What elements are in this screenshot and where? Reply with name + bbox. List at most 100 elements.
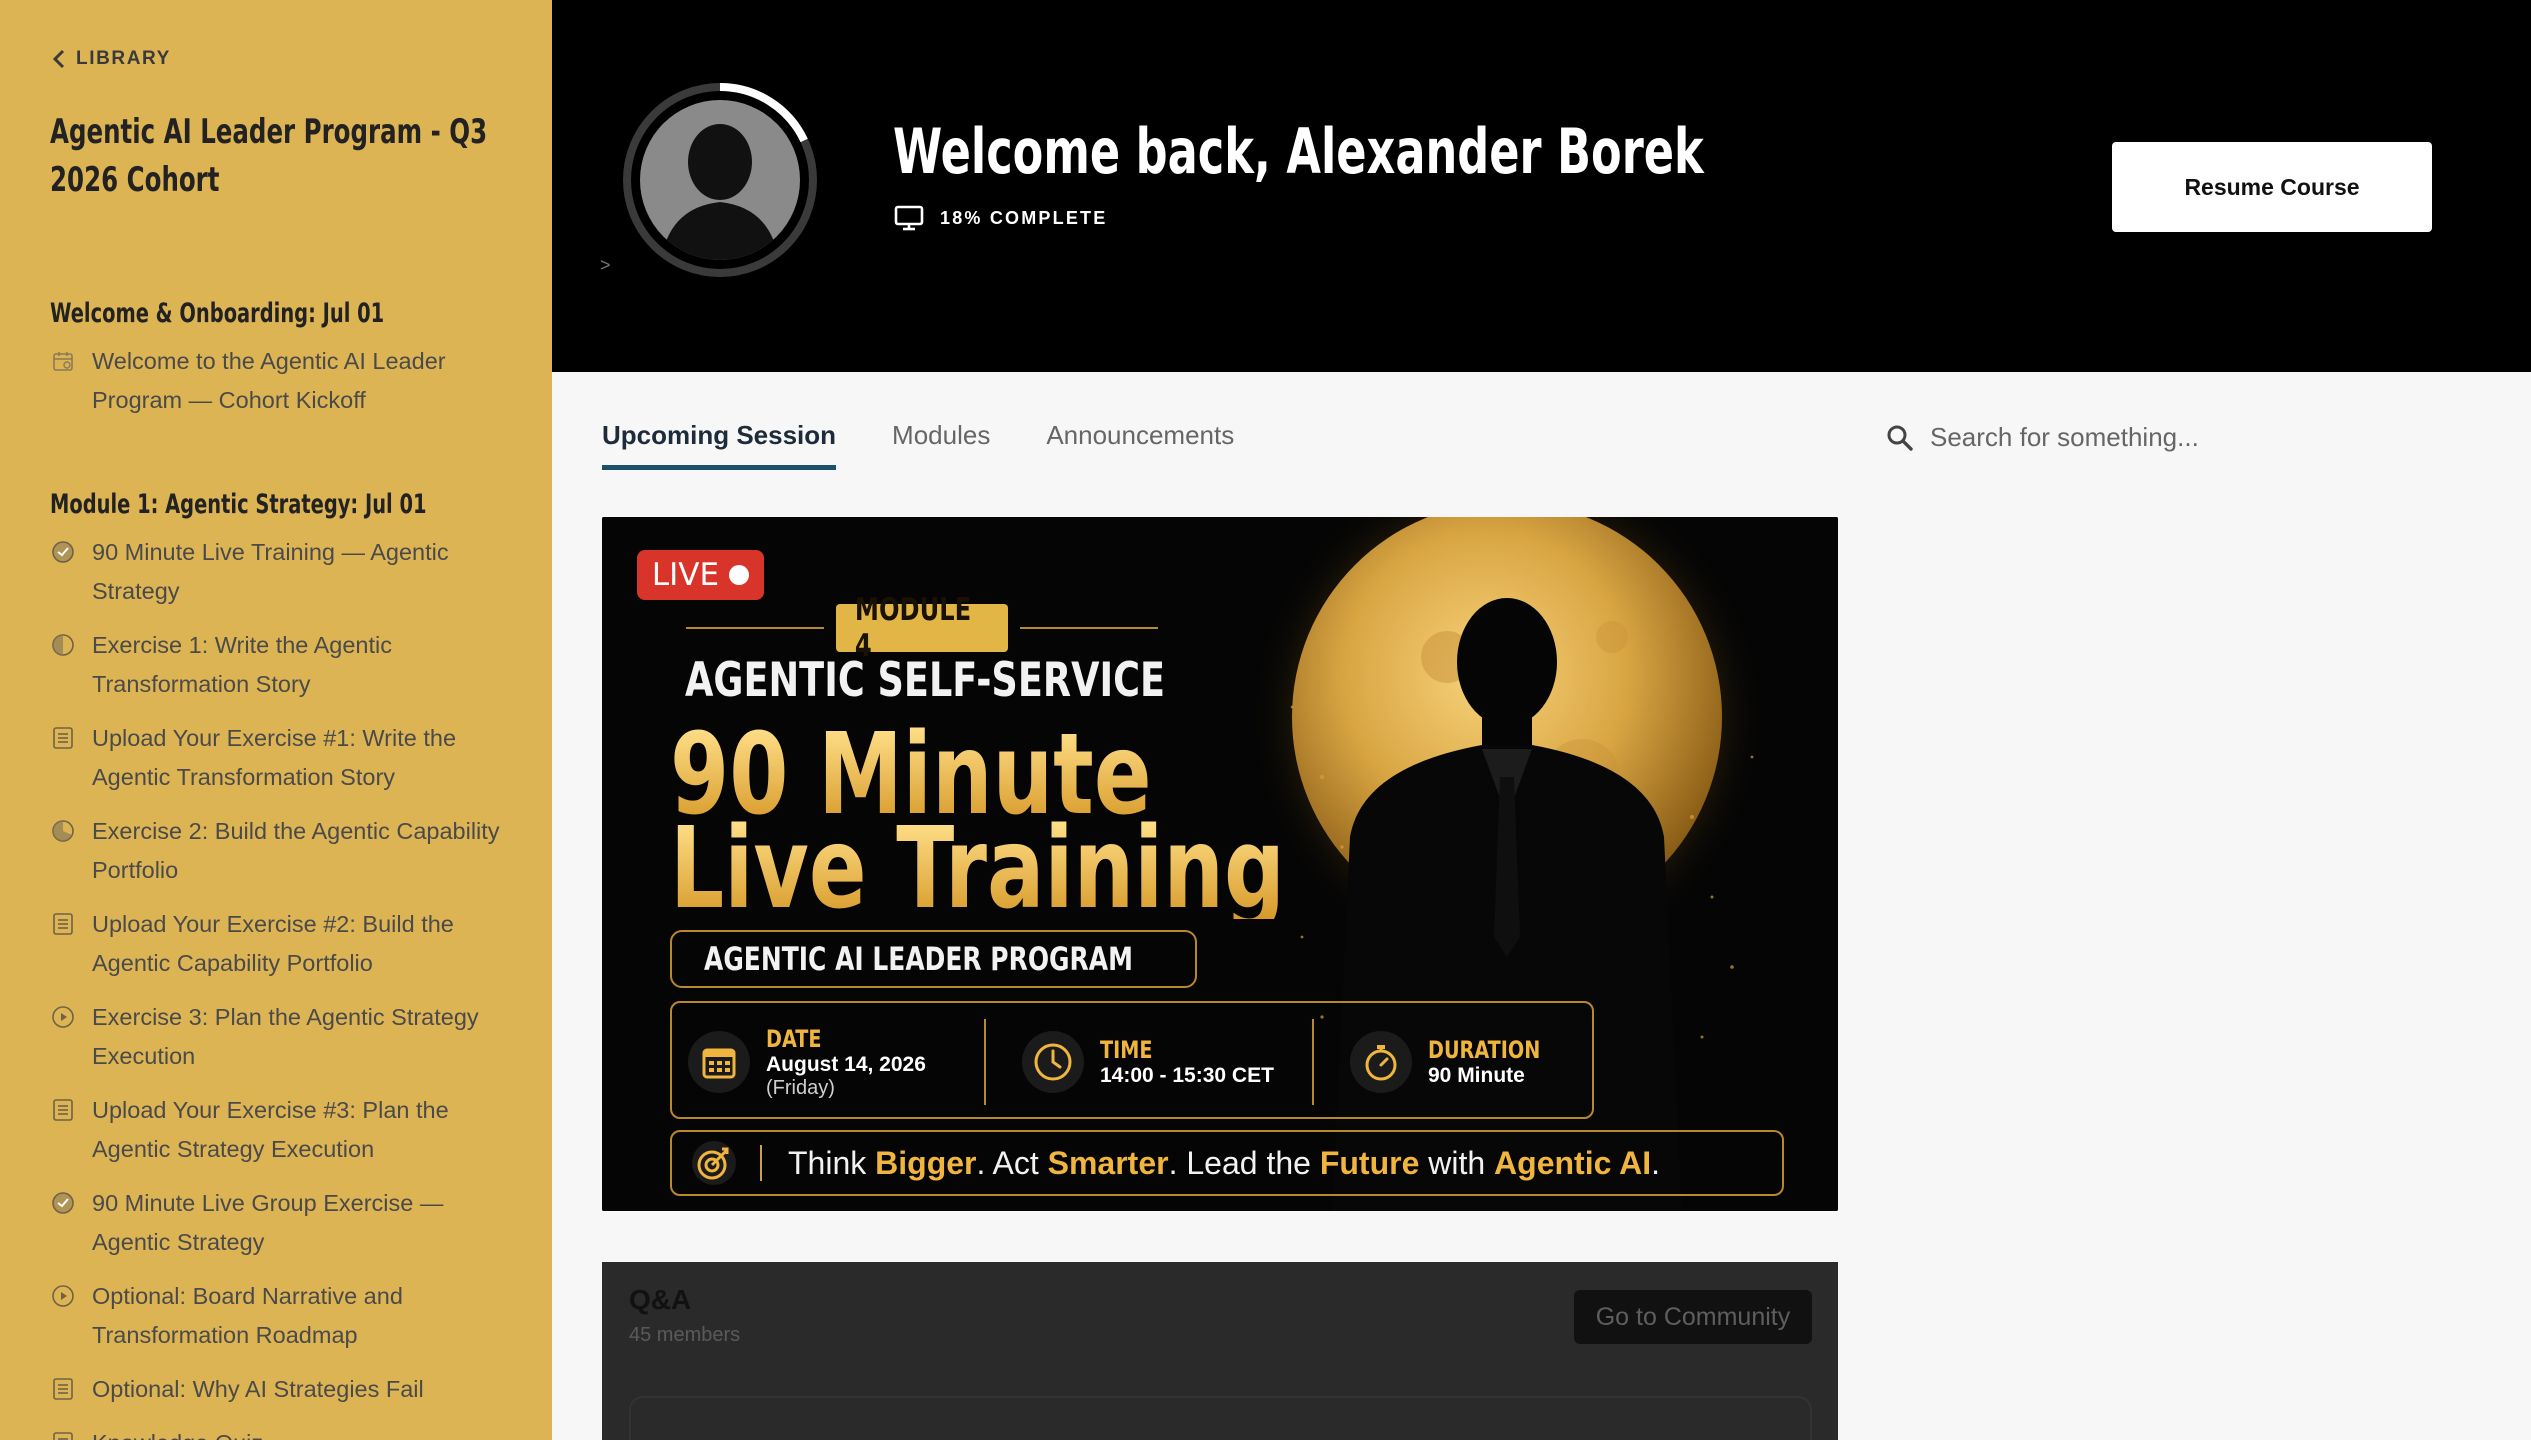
app-root: { "sidebar": { "back_label": "LIBRARY", … xyxy=(0,0,2531,1440)
course-header: > Welcome back, Alexander Borek 18% COMP… xyxy=(552,0,2531,372)
tagline-highlight: Future xyxy=(1319,1144,1420,1181)
monitor-icon xyxy=(894,205,924,231)
expand-chevron-icon[interactable]: > xyxy=(600,255,611,276)
chevron-left-icon xyxy=(52,49,65,69)
lesson-label: Exercise 3: Plan the Agentic Strategy Ex… xyxy=(92,1004,479,1069)
upcoming-session-banner[interactable]: LIVE MODULE 4 AGENTIC SELF-SERVICE 90 Mi… xyxy=(602,517,1838,1211)
section-title-module-1: Module 1: Agentic Strategy: Jul 01 xyxy=(50,489,427,520)
completed-check-icon xyxy=(50,1190,76,1216)
play-icon xyxy=(50,1004,76,1030)
welcome-heading: Welcome back, Alexander Borek xyxy=(893,115,1704,188)
lesson-label: Optional: Board Narrative and Transforma… xyxy=(92,1283,403,1348)
tab-announcements[interactable]: Announcements xyxy=(1046,420,1234,470)
lesson-label: Knowledge Quiz xyxy=(92,1424,512,1440)
date-detail: DATE August 14, 2026 (Friday) xyxy=(688,1003,926,1121)
time-detail: TIME 14:00 - 15:30 CET xyxy=(1022,1003,1274,1121)
course-sidebar: LIBRARY Agentic AI Leader Program - Q3 2… xyxy=(0,0,552,1440)
lesson-label: Upload Your Exercise #3: Plan the Agenti… xyxy=(92,1097,449,1162)
divider xyxy=(686,627,824,629)
qa-title: Q&A xyxy=(629,1284,692,1315)
divider xyxy=(984,1019,986,1105)
lesson-item[interactable]: Knowledge Quiz xyxy=(50,1424,512,1440)
duration-detail: DURATION 90 Minute xyxy=(1350,1003,1568,1121)
resume-course-button[interactable]: Resume Course xyxy=(2112,142,2432,232)
progress-label: 18% COMPLETE xyxy=(940,207,1108,228)
lesson-label: Upload Your Exercise #2: Build the Agent… xyxy=(92,911,454,976)
banner-title-line-2: Live Training xyxy=(670,804,1285,934)
lesson-item[interactable]: Upload Your Exercise #2: Build the Agent… xyxy=(50,905,512,983)
calendar-icon xyxy=(688,1031,750,1093)
qa-member-count: 45 members xyxy=(629,1324,741,1346)
tagline-part: . Lead the xyxy=(1168,1144,1320,1181)
course-progress: 18% COMPLETE xyxy=(894,205,1107,231)
tagline-highlight: Smarter xyxy=(1047,1144,1169,1181)
back-to-library-link[interactable]: LIBRARY xyxy=(50,48,512,70)
partial-progress-icon xyxy=(50,818,76,844)
back-link-label: LIBRARY xyxy=(76,48,171,69)
document-icon xyxy=(50,1097,76,1123)
lesson-label: 90 Minute Live Group Exercise — Agentic … xyxy=(92,1190,444,1255)
lesson-label: Optional: Why AI Strategies Fail xyxy=(92,1376,424,1402)
live-dot-icon xyxy=(729,565,750,585)
module-badge: MODULE 4 xyxy=(836,592,1008,664)
time-value: 14:00 - 15:30 CET xyxy=(1100,1064,1274,1087)
date-value: August 14, 2026 xyxy=(766,1052,926,1076)
duration-value: 90 Minute xyxy=(1428,1064,1525,1087)
qa-community-card: Q&A 45 members Go to Community xyxy=(602,1262,1838,1440)
document-icon xyxy=(50,1376,76,1402)
clock-icon xyxy=(1022,1031,1084,1093)
tagline-highlight: Agentic AI xyxy=(1494,1144,1652,1181)
document-icon xyxy=(50,911,76,937)
session-details: DATE August 14, 2026 (Friday) TIME 14:00… xyxy=(670,1001,1594,1119)
lesson-label: Exercise 2: Build the Agentic Capability… xyxy=(92,818,500,883)
duration-heading: DURATION xyxy=(1428,1036,1541,1064)
document-icon xyxy=(50,1430,76,1440)
qa-post-preview[interactable] xyxy=(629,1396,1812,1440)
lesson-item[interactable]: Exercise 1: Write the Agentic Transforma… xyxy=(50,626,512,704)
target-icon xyxy=(692,1141,736,1185)
document-icon xyxy=(50,725,76,751)
tagline: Think Bigger. Act Smarter. Lead the Futu… xyxy=(788,1145,1660,1182)
lesson-item[interactable]: Optional: Board Narrative and Transforma… xyxy=(50,1277,512,1355)
tab-upcoming-session[interactable]: Upcoming Session xyxy=(602,420,837,470)
tagline-box: Think Bigger. Act Smarter. Lead the Futu… xyxy=(670,1130,1784,1196)
section-title-onboarding: Welcome & Onboarding: Jul 01 xyxy=(50,298,385,329)
live-label: LIVE xyxy=(651,557,720,593)
program-pill: AGENTIC AI LEADER PROGRAM xyxy=(670,930,1197,988)
module-1-lesson-list: 90 Minute Live Training — Agentic Strate… xyxy=(50,533,512,1440)
tagline-part: Think xyxy=(788,1144,876,1181)
lesson-item[interactable]: Upload Your Exercise #1: Write the Agent… xyxy=(50,719,512,797)
lesson-item[interactable]: Optional: Why AI Strategies Fail xyxy=(50,1370,512,1409)
calendar-icon xyxy=(50,348,76,374)
lesson-label: Exercise 1: Write the Agentic Transforma… xyxy=(92,632,392,697)
tab-modules[interactable]: Modules xyxy=(892,420,990,470)
divider xyxy=(760,1145,762,1181)
lesson-item[interactable]: 90 Minute Live Group Exercise — Agentic … xyxy=(50,1184,512,1262)
divider xyxy=(1020,627,1158,629)
search-bar xyxy=(1886,422,2310,453)
search-icon xyxy=(1887,425,1913,451)
tagline-part: with xyxy=(1419,1144,1495,1181)
user-avatar xyxy=(623,83,817,277)
half-progress-icon xyxy=(50,632,76,658)
lesson-item[interactable]: 90 Minute Live Training — Agentic Strate… xyxy=(50,533,512,611)
tagline-part: . xyxy=(1651,1144,1660,1181)
stopwatch-icon xyxy=(1350,1031,1412,1093)
go-to-community-button[interactable]: Go to Community xyxy=(1574,1290,1812,1344)
divider xyxy=(1312,1019,1314,1105)
date-weekday: (Friday) xyxy=(766,1076,835,1099)
lesson-item[interactable]: Welcome to the Agentic AI Leader Program… xyxy=(50,342,512,420)
time-heading: TIME xyxy=(1100,1036,1153,1064)
program-label: AGENTIC AI LEADER PROGRAM xyxy=(704,940,1133,978)
tagline-part: . Act xyxy=(976,1144,1048,1181)
lesson-label: Upload Your Exercise #1: Write the Agent… xyxy=(92,725,457,790)
content-tabs: Upcoming Session Modules Announcements xyxy=(602,420,1234,470)
course-title: Agentic AI Leader Program - Q3 2026 Coho… xyxy=(50,112,488,200)
lesson-label: Welcome to the Agentic AI Leader Program… xyxy=(92,348,446,413)
lesson-item[interactable]: Exercise 3: Plan the Agentic Strategy Ex… xyxy=(50,998,512,1076)
lesson-item[interactable]: Upload Your Exercise #3: Plan the Agenti… xyxy=(50,1091,512,1169)
date-heading: DATE xyxy=(766,1024,822,1053)
search-input[interactable] xyxy=(1930,422,2310,453)
tagline-highlight: Bigger xyxy=(875,1144,977,1181)
lesson-item[interactable]: Exercise 2: Build the Agentic Capability… xyxy=(50,812,512,890)
